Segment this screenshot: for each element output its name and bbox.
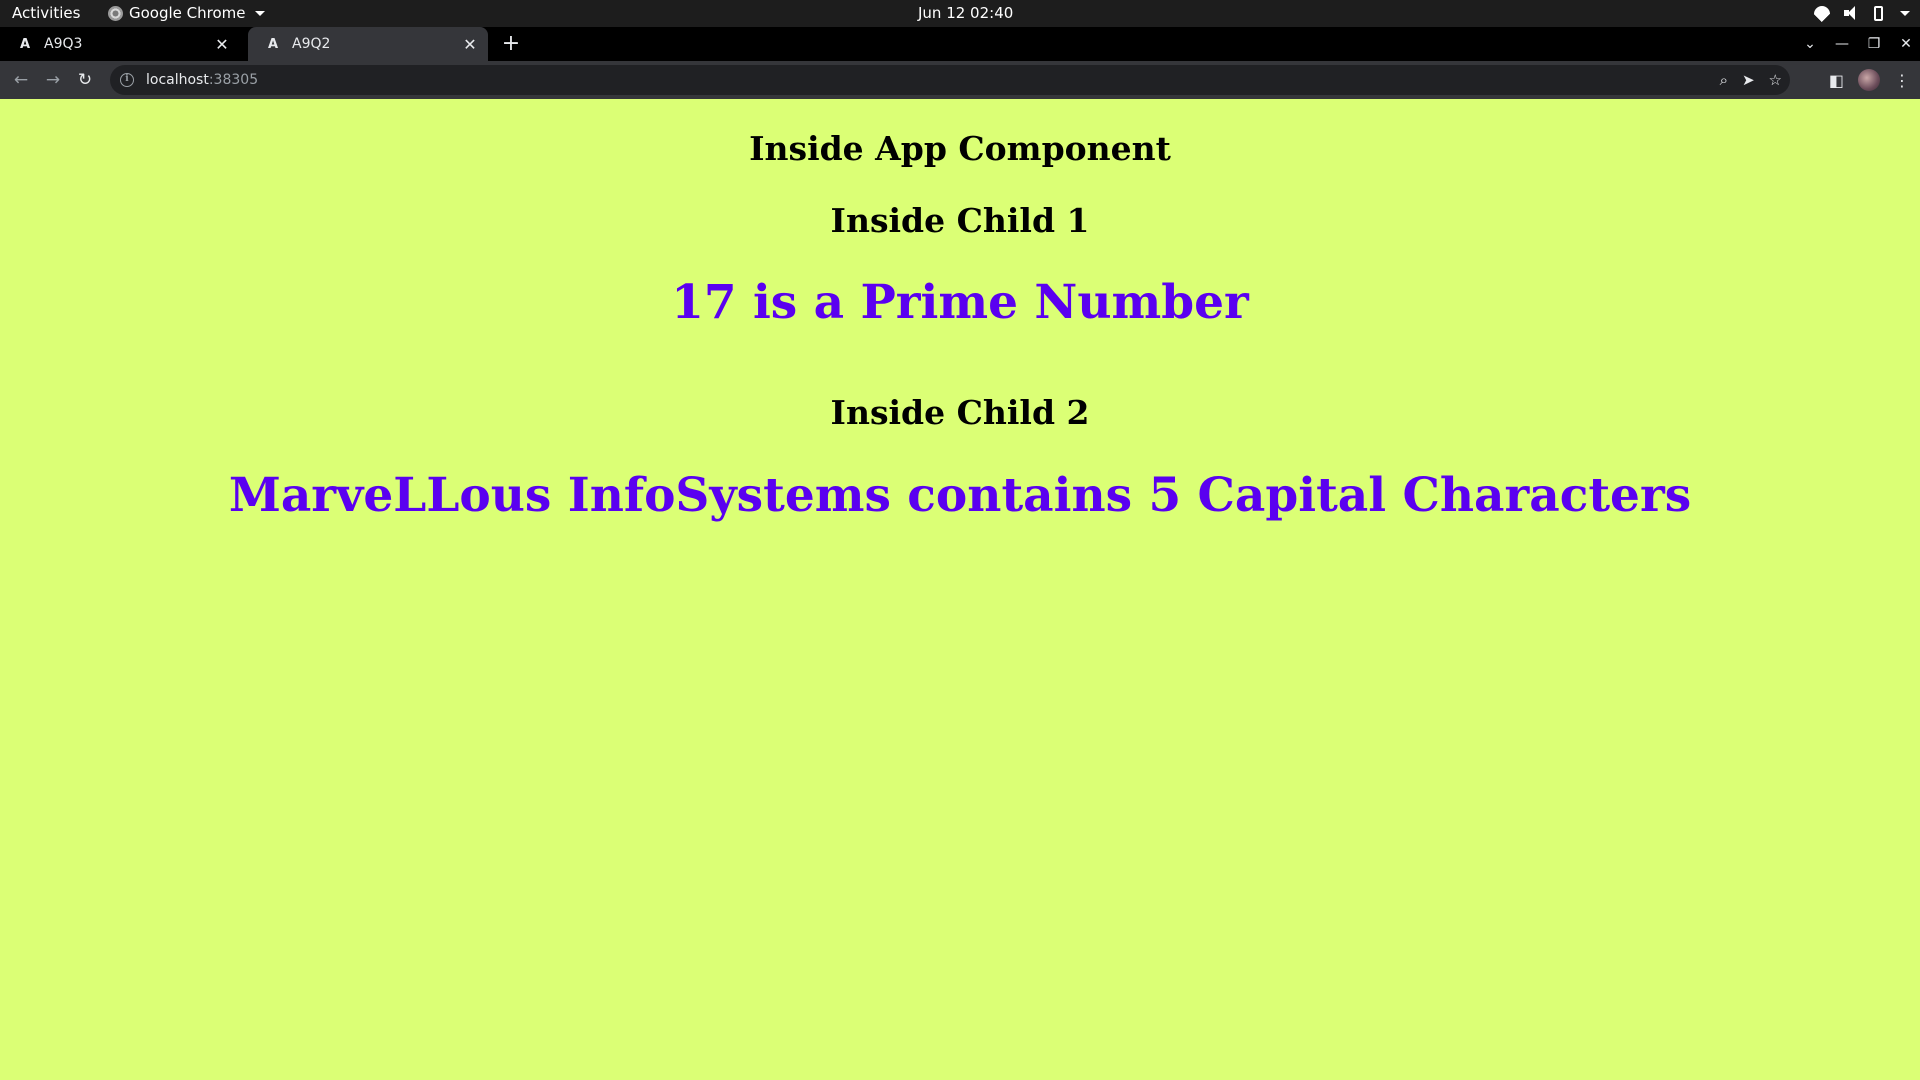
browser-toolbar: ← → ↻ i localhost:38305 ⌕ ➤ ☆ ◧ ⋮: [0, 61, 1920, 99]
battery-icon: [1874, 5, 1883, 21]
tab-title: A9Q2: [292, 36, 331, 52]
menu-icon[interactable]: ⋮: [1894, 71, 1910, 90]
url-host: localhost: [146, 72, 209, 88]
side-panel-icon[interactable]: ◧: [1829, 71, 1844, 90]
url-port: :38305: [208, 72, 259, 88]
page-viewport: Inside App Component Inside Child 1 17 i…: [0, 99, 1920, 1080]
app-component-heading: Inside App Component: [749, 129, 1171, 168]
window-controls: ⌄ — ❐ ✕: [1802, 27, 1914, 61]
tab-a9q2[interactable]: A A9Q2 ✕: [248, 27, 488, 61]
send-icon[interactable]: ➤: [1742, 71, 1755, 89]
close-window-icon[interactable]: ✕: [1898, 36, 1914, 52]
angular-favicon-icon: A: [268, 36, 279, 52]
clock[interactable]: Jun 12 02:40: [918, 4, 1013, 22]
bookmark-star-icon[interactable]: ☆: [1769, 71, 1782, 89]
child2-heading: Inside Child 2: [830, 393, 1090, 432]
volume-icon: [1844, 6, 1860, 20]
restore-icon[interactable]: ❐: [1866, 36, 1882, 52]
close-icon[interactable]: ✕: [210, 35, 234, 54]
toolbar-right: ◧ ⋮: [1829, 67, 1910, 93]
omnibox-actions: ⌕ ➤ ☆: [1720, 65, 1782, 95]
prime-result-text: 17 is a Prime Number: [671, 275, 1249, 330]
address-bar[interactable]: i localhost:38305 ⌕ ➤ ☆: [110, 65, 1790, 95]
activities-button[interactable]: Activities: [12, 4, 80, 22]
system-top-bar: Activities Google Chrome Jun 12 02:40: [0, 0, 1920, 27]
angular-favicon-icon: A: [20, 36, 31, 52]
tab-search-chevron-icon[interactable]: ⌄: [1802, 36, 1818, 52]
system-menu[interactable]: [1814, 3, 1910, 23]
close-icon[interactable]: ✕: [458, 35, 482, 54]
site-info-icon[interactable]: i: [120, 73, 134, 87]
app-name: Google Chrome: [129, 4, 246, 22]
profile-avatar[interactable]: [1858, 69, 1880, 91]
new-tab-button[interactable]: +: [498, 31, 524, 57]
back-arrow-icon[interactable]: ←: [8, 67, 34, 93]
tab-strip: A A9Q3 ✕ A A9Q2 ✕ + ⌄ — ❐ ✕: [0, 27, 1920, 61]
capital-count-result-text: MarveLLous InfoSystems contains 5 Capita…: [228, 468, 1692, 523]
chevron-down-icon: [254, 10, 265, 16]
child1-heading: Inside Child 1: [830, 201, 1090, 240]
chrome-icon: [108, 5, 123, 21]
tab-a9q3[interactable]: A A9Q3 ✕: [0, 27, 240, 61]
forward-arrow-icon[interactable]: →: [40, 67, 66, 93]
app-menu[interactable]: Google Chrome: [108, 4, 265, 22]
url-text[interactable]: localhost:38305: [146, 72, 258, 88]
tab-title: A9Q3: [44, 36, 83, 52]
system-menu-caret-icon: [1900, 10, 1910, 16]
zoom-icon[interactable]: ⌕: [1720, 71, 1728, 89]
wifi-icon: [1814, 6, 1830, 22]
minimize-icon[interactable]: —: [1834, 36, 1850, 52]
reload-icon[interactable]: ↻: [72, 67, 98, 93]
